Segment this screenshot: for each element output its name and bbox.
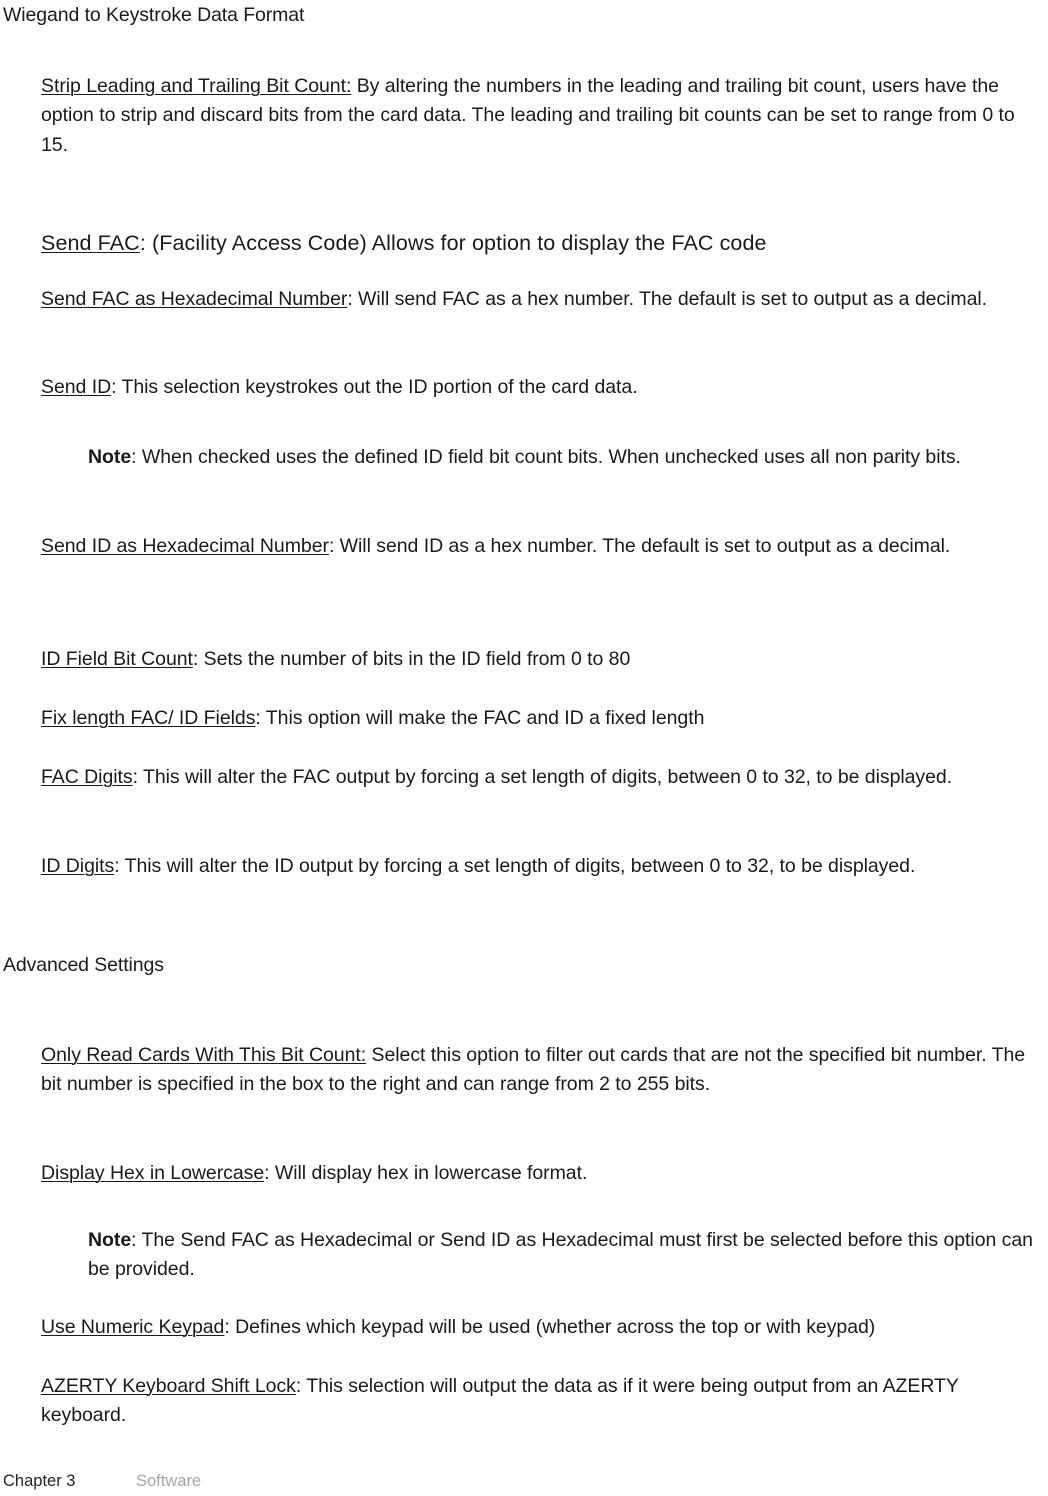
term-azerty-shift-lock: AZERTY Keyboard Shift Lock	[41, 1374, 296, 1397]
heading-advanced-settings: Advanced Settings	[3, 954, 164, 976]
paragraph-fix-length-fields: Fix length FAC/ ID Fields: This option w…	[41, 704, 1045, 734]
note-label: Note	[88, 1228, 132, 1251]
body-send-fac: : (Facility Access Code) Allows for opti…	[139, 230, 767, 255]
page-footer: Chapter 3 Software	[0, 1470, 1048, 1496]
body-display-hex-lowercase: : Will display hex in lowercase format.	[264, 1161, 588, 1184]
term-only-read-cards: Only Read Cards With This Bit Count:	[41, 1043, 367, 1066]
note-display-hex: Note: The Send FAC as Hexadecimal or Sen…	[88, 1226, 1045, 1285]
term-fac-digits: FAC Digits	[41, 765, 133, 788]
footer-chapter-label: Chapter 3	[3, 1472, 76, 1490]
note-body: : When checked uses the defined ID field…	[131, 445, 961, 468]
paragraph-display-hex-lowercase: Display Hex in Lowercase: Will display h…	[41, 1159, 1045, 1189]
body-send-fac-hex: : Will send FAC as a hex number. The def…	[347, 287, 988, 310]
paragraph-use-numeric-keypad: Use Numeric Keypad: Defines which keypad…	[41, 1313, 1045, 1343]
note-send-id: Note: When checked uses the defined ID f…	[88, 443, 1045, 473]
term-send-fac-hex: Send FAC as Hexadecimal Number	[41, 287, 348, 310]
body-send-id-hex: : Will send ID as a hex number. The defa…	[328, 534, 951, 557]
body-fac-digits: : This will alter the FAC output by forc…	[132, 765, 953, 788]
paragraph-send-id: Send ID: This selection keystrokes out t…	[41, 373, 1045, 403]
term-send-id: Send ID	[41, 375, 112, 398]
term-id-digits: ID Digits	[41, 854, 115, 877]
paragraph-id-field-bit-count: ID Field Bit Count: Sets the number of b…	[41, 645, 1045, 675]
paragraph-fac-digits: FAC Digits: This will alter the FAC outp…	[41, 763, 1045, 793]
body-fix-length-fields: : This option will make the FAC and ID a…	[255, 706, 705, 729]
note-body: : The Send FAC as Hexadecimal or Send ID…	[88, 1228, 1033, 1281]
body-id-field-bit-count: : Sets the number of bits in the ID fiel…	[192, 647, 631, 670]
body-use-numeric-keypad: : Defines which keypad will be used (whe…	[224, 1315, 876, 1338]
term-strip-bit-count: Strip Leading and Trailing Bit Count:	[41, 74, 352, 97]
paragraph-send-fac: Send FAC: (Facility Access Code) Allows …	[41, 228, 1045, 259]
term-id-field-bit-count: ID Field Bit Count	[41, 647, 193, 670]
paragraph-azerty-shift-lock: AZERTY Keyboard Shift Lock: This selecti…	[41, 1372, 1045, 1431]
body-id-digits: : This will alter the ID output by forci…	[114, 854, 916, 877]
term-fix-length-fields: Fix length FAC/ ID Fields	[41, 706, 256, 729]
paragraph-strip-bit-count: Strip Leading and Trailing Bit Count: By…	[41, 72, 1045, 161]
paragraph-send-id-hex: Send ID as Hexadecimal Number: Will send…	[41, 532, 1045, 562]
footer-section-label: Software	[136, 1472, 202, 1490]
note-label: Note	[88, 445, 132, 468]
paragraph-only-read-cards: Only Read Cards With This Bit Count: Sel…	[41, 1041, 1045, 1100]
paragraph-send-fac-hex: Send FAC as Hexadecimal Number: Will sen…	[41, 285, 1045, 315]
term-send-id-hex: Send ID as Hexadecimal Number	[41, 534, 329, 557]
body-send-id: : This selection keystrokes out the ID p…	[111, 375, 638, 398]
term-use-numeric-keypad: Use Numeric Keypad	[41, 1315, 225, 1338]
document-page: Wiegand to Keystroke Data Format Strip L…	[0, 0, 1048, 1496]
term-send-fac: Send FAC	[41, 230, 140, 255]
page-title: Wiegand to Keystroke Data Format	[3, 4, 305, 26]
term-display-hex-lowercase: Display Hex in Lowercase	[41, 1161, 265, 1184]
paragraph-id-digits: ID Digits: This will alter the ID output…	[41, 852, 1045, 882]
